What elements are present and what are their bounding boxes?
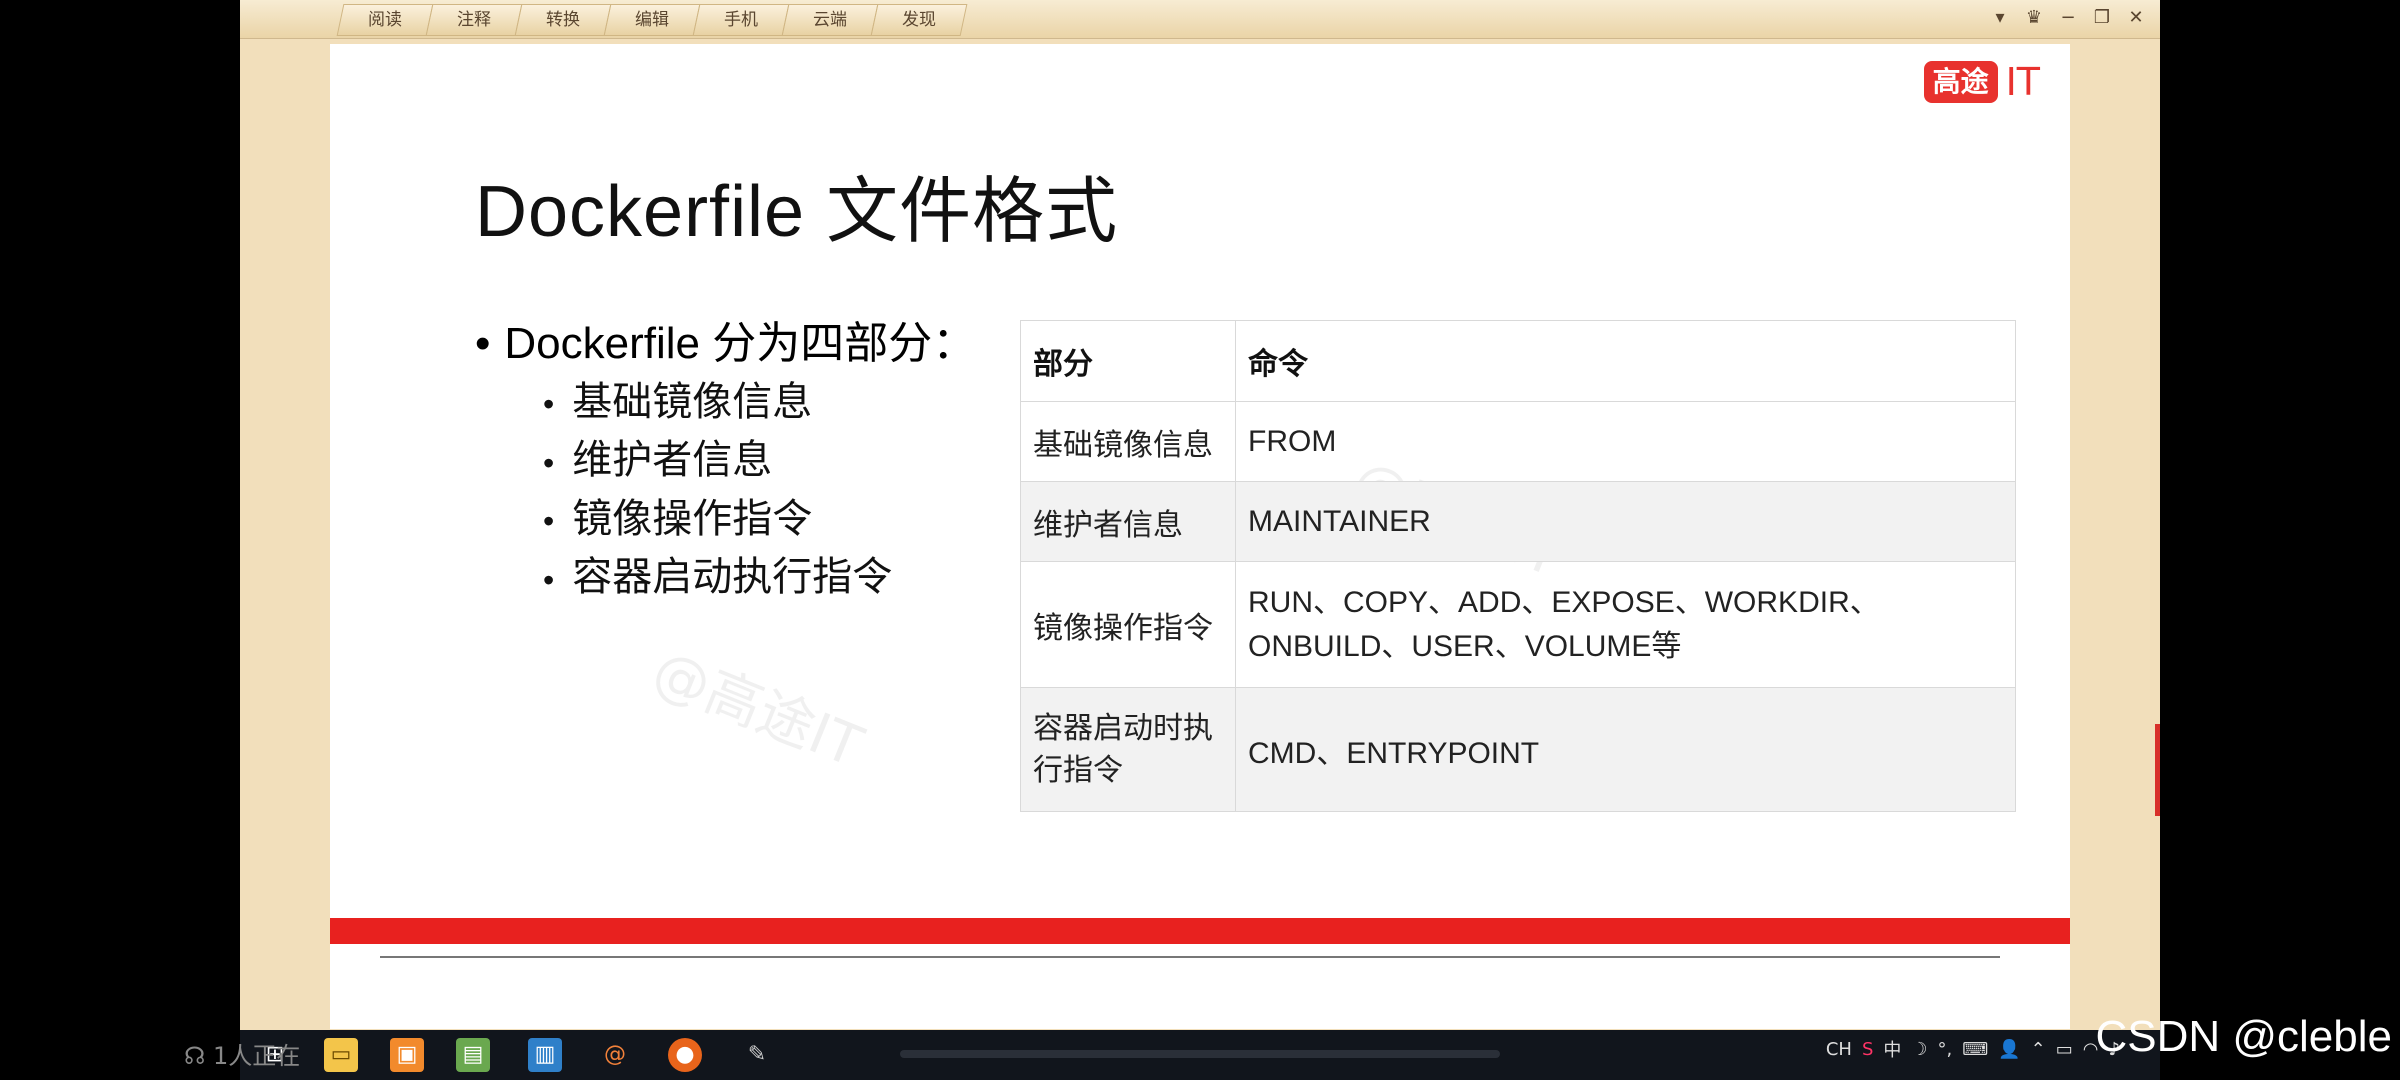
user-icon[interactable]: 👤 bbox=[1998, 1039, 2020, 1060]
table-header-row: 部分 命令 bbox=[1020, 320, 2016, 402]
tab-label: 转换 bbox=[546, 10, 580, 30]
punctuation-icon[interactable]: °, bbox=[1938, 1039, 1953, 1060]
table-row: 维护者信息 MAINTAINER bbox=[1020, 481, 2016, 562]
footer-red-bar bbox=[330, 918, 2070, 944]
slide-title: Dockerfile 文件格式 bbox=[475, 172, 1119, 252]
app-window-icon[interactable]: ▥ bbox=[528, 1038, 562, 1072]
sub-bullet: 容器启动执行指令 bbox=[543, 549, 976, 607]
table-cell: 基础镜像信息 bbox=[1020, 401, 1236, 482]
viewer-icon: ☊ bbox=[184, 1042, 206, 1070]
sub-bullet: 基础镜像信息 bbox=[543, 374, 976, 432]
swirl-app-icon[interactable]: @ bbox=[598, 1038, 632, 1072]
pdf-reader-window: 阅读 注释 转换 编辑 手机 云端 发现 ▾ ♛ − ❐ ✕ 高途 IT Doc… bbox=[240, 0, 2160, 1030]
tab-read[interactable]: 阅读 bbox=[336, 4, 434, 36]
table-cell: 镜像操作指令 bbox=[1020, 561, 1236, 688]
sub-bullet: 镜像操作指令 bbox=[543, 491, 976, 549]
table-cell: CMD、ENTRYPOINT bbox=[1235, 687, 2016, 812]
keyboard-icon[interactable]: ⌨ bbox=[1962, 1039, 1988, 1060]
language-indicator[interactable]: CH bbox=[1826, 1039, 1852, 1060]
brand-badge: 高途 bbox=[1923, 61, 1998, 103]
tab-label: 手机 bbox=[724, 10, 758, 30]
brand-logo: 高途 IT bbox=[1923, 60, 2040, 104]
table-cell: 维护者信息 bbox=[1020, 481, 1236, 562]
brand-suffix: IT bbox=[2005, 60, 2040, 104]
chevron-up-icon[interactable]: ⌃ bbox=[2031, 1039, 2046, 1060]
csdn-watermark: CSDN @cleble bbox=[2095, 1012, 2392, 1061]
ime-mode[interactable]: 中 bbox=[1883, 1036, 1901, 1062]
table-header: 部分 bbox=[1020, 320, 1236, 402]
table-header: 命令 bbox=[1235, 320, 2016, 402]
sogou-ime-icon[interactable]: S bbox=[1862, 1039, 1873, 1060]
tab-annotate[interactable]: 注释 bbox=[425, 4, 523, 36]
bullet-main: Dockerfile 分为四部分： bbox=[475, 314, 976, 374]
slide-page: 高途 IT Dockerfile 文件格式 @高途IT @高途IT Docker… bbox=[330, 44, 2070, 1029]
tab-discover[interactable]: 发现 bbox=[870, 4, 968, 36]
battery-icon[interactable]: ▭ bbox=[2056, 1039, 2073, 1060]
table-cell: FROM bbox=[1235, 401, 2016, 482]
pdf-reader-icon[interactable]: ▣ bbox=[390, 1038, 424, 1072]
tab-mobile[interactable]: 手机 bbox=[692, 4, 790, 36]
sub-bullet: 维护者信息 bbox=[543, 432, 976, 490]
taskbar-scroll-bar[interactable] bbox=[900, 1050, 1500, 1058]
table-row: 容器启动时执行指令 CMD、ENTRYPOINT bbox=[1020, 687, 2016, 812]
tab-label: 阅读 bbox=[368, 10, 402, 30]
menu-tabs: 阅读 注释 转换 编辑 手机 云端 发现 bbox=[336, 4, 968, 36]
close-button[interactable]: ✕ bbox=[2122, 4, 2150, 32]
skin-icon[interactable]: ♛ bbox=[2020, 4, 2048, 32]
tab-label: 云端 bbox=[813, 10, 847, 30]
bullet-list: Dockerfile 分为四部分： 基础镜像信息 维护者信息 镜像操作指令 容器… bbox=[475, 314, 976, 608]
image-editor-icon[interactable]: ▤ bbox=[456, 1038, 490, 1072]
firefox-icon[interactable]: ● bbox=[668, 1038, 702, 1072]
taskbar: ⊞ ▭ ▣ ▤ ▥ @ ● ✎ CH S 中 ☽ °, ⌨ 👤 ⌃ ▭ ◠ ♪ bbox=[240, 1030, 2160, 1080]
tab-label: 编辑 bbox=[635, 10, 669, 30]
scroll-thumb[interactable] bbox=[2155, 724, 2160, 816]
table-cell: MAINTAINER bbox=[1235, 481, 2016, 562]
tab-label: 发现 bbox=[902, 10, 936, 30]
table-cell: 容器启动时执行指令 bbox=[1020, 687, 1236, 812]
system-tray: CH S 中 ☽ °, ⌨ 👤 ⌃ ▭ ◠ ♪ bbox=[1826, 1036, 2120, 1062]
tab-cloud[interactable]: 云端 bbox=[781, 4, 879, 36]
watermark: @高途IT bbox=[643, 638, 872, 781]
folder-icon[interactable]: ▭ bbox=[324, 1038, 358, 1072]
tools-icon[interactable]: ✎ bbox=[740, 1038, 774, 1072]
tab-convert[interactable]: 转换 bbox=[514, 4, 612, 36]
dropdown-icon[interactable]: ▾ bbox=[1986, 4, 2014, 32]
table-cell: RUN、COPY、ADD、EXPOSE、WORKDIR、ONBUILD、USER… bbox=[1235, 561, 2016, 688]
viewer-count: ☊ 1人正在 bbox=[184, 1036, 300, 1071]
window-controls: ▾ ♛ − ❐ ✕ bbox=[1986, 4, 2150, 32]
tab-edit[interactable]: 编辑 bbox=[603, 4, 701, 36]
tab-label: 注释 bbox=[457, 10, 491, 30]
restore-button[interactable]: ❐ bbox=[2088, 4, 2116, 32]
table-row: 镜像操作指令 RUN、COPY、ADD、EXPOSE、WORKDIR、ONBUI… bbox=[1020, 561, 2016, 688]
viewer-text: 1人正在 bbox=[212, 1042, 301, 1070]
table-row: 基础镜像信息 FROM bbox=[1020, 401, 2016, 482]
scrollbar[interactable] bbox=[2070, 44, 2160, 1029]
minimize-button[interactable]: − bbox=[2054, 4, 2082, 32]
menu-bar: 阅读 注释 转换 编辑 手机 云端 发现 ▾ ♛ − ❐ ✕ bbox=[240, 0, 2160, 39]
footer-line bbox=[380, 956, 2000, 958]
command-table: 部分 命令 基础镜像信息 FROM 维护者信息 MAINTAINER 镜像操作指… bbox=[1020, 320, 2016, 812]
moon-icon[interactable]: ☽ bbox=[1911, 1039, 1927, 1060]
